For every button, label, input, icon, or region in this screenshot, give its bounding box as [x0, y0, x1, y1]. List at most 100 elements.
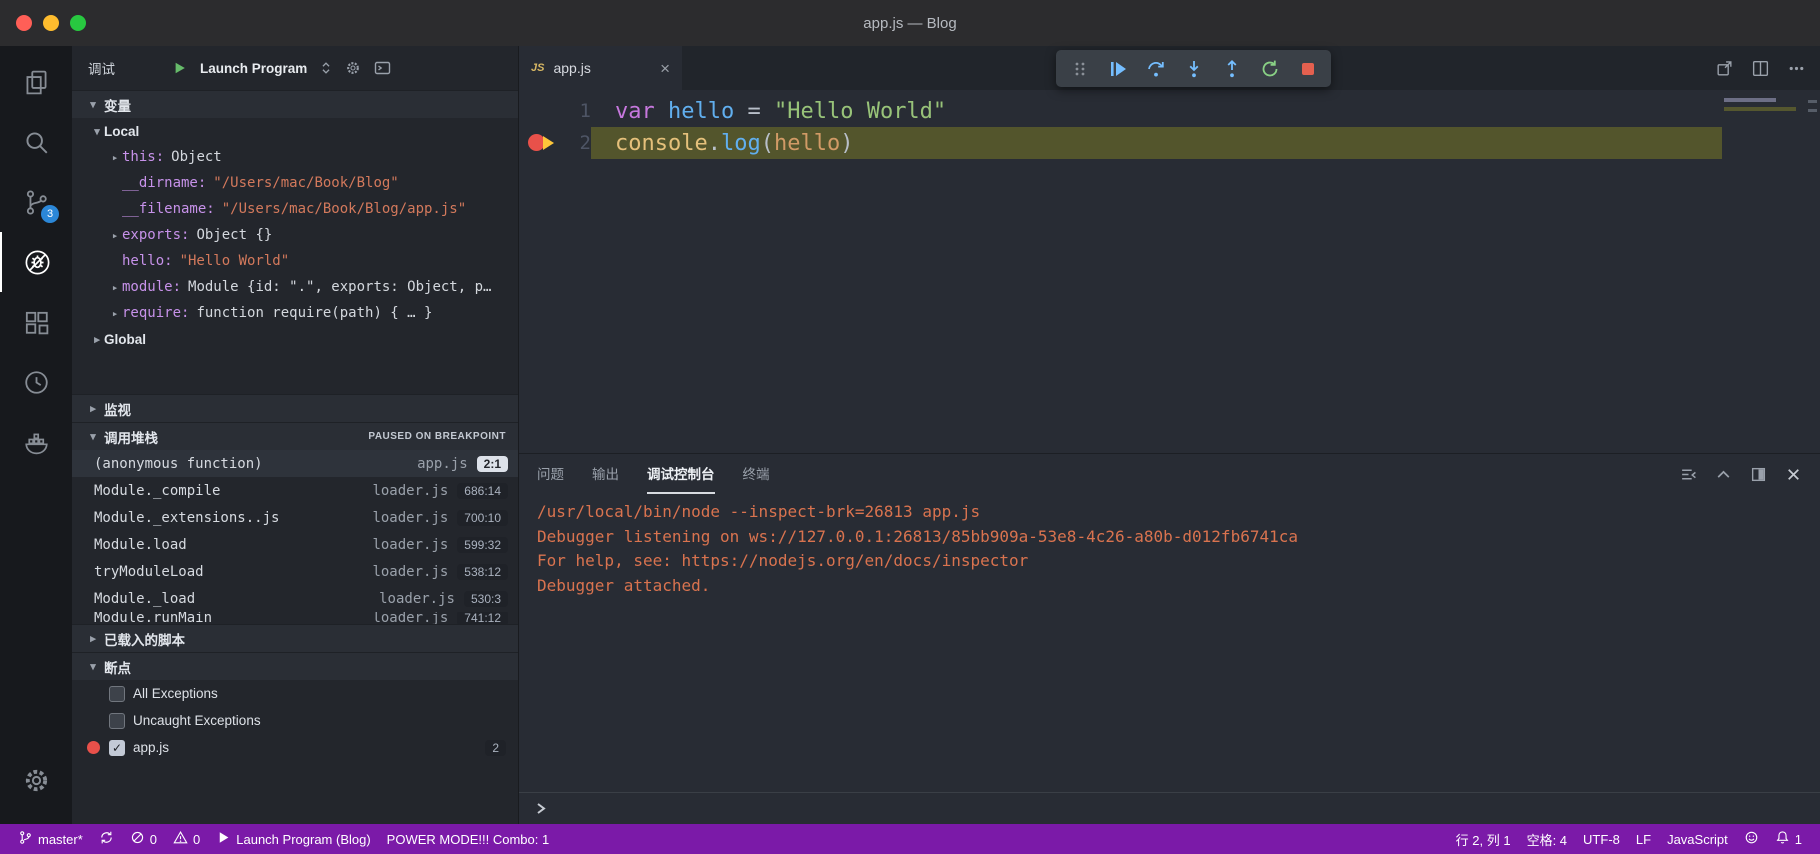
statusbar-launch-config[interactable]: Launch Program (Blog): [208, 824, 378, 854]
step-out-button[interactable]: [1214, 54, 1249, 84]
editor-gutter[interactable]: 2: [519, 127, 591, 159]
sidebar-item-docker[interactable]: [0, 412, 72, 472]
panel-layout-icon[interactable]: [1750, 466, 1767, 483]
sidebar-title: 调试: [88, 62, 115, 77]
call-stack-frame[interactable]: Module._compile loader.js 686:14: [72, 477, 518, 504]
variables-section-header[interactable]: ▾ 变量: [72, 90, 518, 118]
code-editor[interactable]: 1 var hello = "Hello World" 2 console. log(h…: [519, 90, 1820, 453]
statusbar-notifications[interactable]: 1: [1767, 824, 1810, 854]
breakpoint-margin[interactable]: [519, 127, 561, 159]
scope-global[interactable]: ▸ Global: [72, 326, 518, 352]
sync-icon: [99, 830, 114, 848]
sidebar-item-extensions[interactable]: [0, 292, 72, 352]
code-text[interactable]: console. log(hello): [591, 127, 1722, 159]
minimize-window-button[interactable]: [43, 15, 59, 31]
variable-row[interactable]: hello: "Hello World": [72, 248, 518, 274]
call-stack-frame[interactable]: Module.load loader.js 599:32: [72, 531, 518, 558]
code-line[interactable]: 1 var hello = "Hello World": [519, 95, 1820, 127]
watch-section-header[interactable]: ▸ 监视: [72, 394, 518, 422]
continue-button[interactable]: [1100, 54, 1135, 84]
call-stack-frame[interactable]: Module._load loader.js 530:3: [72, 585, 518, 612]
variable-row[interactable]: __dirname: "/Users/mac/Book/Blog": [72, 170, 518, 196]
more-actions-icon[interactable]: [1787, 59, 1806, 78]
sidebar-item-source-control[interactable]: 3: [0, 172, 72, 232]
call-stack-frame[interactable]: (anonymous function) app.js 2:1: [72, 450, 518, 477]
code-text[interactable]: var hello = "Hello World": [591, 95, 1722, 127]
line-number: 2: [579, 132, 591, 154]
editor-scrollbar[interactable]: [1808, 100, 1817, 118]
call-stack-frame[interactable]: Module.runMain loader.js 741:12: [72, 612, 518, 624]
variable-row[interactable]: ▸ exports: Object {}: [72, 222, 518, 248]
bell-icon: [1775, 830, 1790, 848]
statusbar-feedback[interactable]: [1736, 824, 1767, 854]
scrollbar-mark: [1808, 100, 1817, 103]
call-stack-section-header[interactable]: ▾ 调用堆栈 PAUSED ON BREAKPOINT: [72, 422, 518, 450]
maximize-panel-icon[interactable]: [1715, 466, 1732, 483]
breakpoint-row[interactable]: Uncaught Exceptions: [72, 707, 518, 734]
gutter-margin[interactable]: [519, 95, 561, 127]
breakpoint-checkbox[interactable]: ✓: [109, 739, 125, 756]
loaded-scripts-section-header[interactable]: ▸ 已载入的脚本: [72, 624, 518, 652]
statusbar-sync[interactable]: [91, 824, 122, 854]
variable-row[interactable]: ▸ require: function require(path) { … }: [72, 300, 518, 326]
sidebar-item-debug[interactable]: [0, 232, 72, 292]
code-line[interactable]: 2 console. log(hello): [519, 127, 1820, 159]
tab-appjs[interactable]: JS app.js ×: [519, 46, 682, 90]
open-changes-icon[interactable]: [1715, 59, 1734, 78]
variable-value: "/Users/mac/Book/Blog": [213, 175, 399, 191]
debug-settings-gear-icon[interactable]: [345, 60, 361, 76]
start-debug-button[interactable]: [173, 61, 187, 75]
statusbar-git-branch[interactable]: master*: [10, 824, 91, 854]
scope-local[interactable]: ▾ Local: [72, 118, 518, 144]
panel-tab[interactable]: 输出: [592, 454, 619, 494]
stop-button[interactable]: [1290, 54, 1325, 84]
breakpoint-checkbox[interactable]: [109, 712, 125, 729]
statusbar-cursor-position[interactable]: 行 2, 列 1: [1448, 824, 1519, 854]
variable-value: Object: [171, 149, 222, 165]
open-debug-console-icon[interactable]: [374, 60, 391, 76]
statusbar-eol[interactable]: LF: [1628, 824, 1659, 854]
minimap[interactable]: [1724, 98, 1804, 116]
variable-row[interactable]: ▸ this: Object: [72, 144, 518, 170]
breakpoint-row[interactable]: All Exceptions: [72, 680, 518, 707]
step-into-button[interactable]: [1176, 54, 1211, 84]
manage-button[interactable]: [0, 750, 72, 810]
activity-bar: 3: [0, 46, 72, 824]
clear-console-icon[interactable]: [1680, 466, 1697, 483]
panel-tab[interactable]: 问题: [537, 454, 564, 494]
panel-tab[interactable]: 调试控制台: [647, 454, 715, 494]
statusbar-power-mode[interactable]: POWER MODE!!! Combo: 1: [379, 824, 558, 854]
config-updown-icon[interactable]: [320, 61, 332, 75]
restart-button[interactable]: [1252, 54, 1287, 84]
breakpoint-checkbox[interactable]: [109, 685, 125, 702]
launch-config-select[interactable]: Launch Program: [200, 61, 307, 76]
split-editor-icon[interactable]: [1751, 59, 1770, 78]
call-stack-frame[interactable]: Module._extensions..js loader.js 700:10: [72, 504, 518, 531]
sidebar-item-history[interactable]: [0, 352, 72, 412]
sidebar-item-explorer[interactable]: [0, 52, 72, 112]
variable-row[interactable]: ▸ module: Module {id: ".", exports: Object…: [72, 274, 518, 300]
debug-console-input[interactable]: [519, 792, 1820, 824]
statusbar-warnings[interactable]: 0: [165, 824, 208, 854]
statusbar-language-mode[interactable]: JavaScript: [1659, 824, 1736, 854]
minimap-line: [1724, 107, 1796, 111]
statusbar-encoding[interactable]: UTF-8: [1575, 824, 1628, 854]
sidebar-item-search[interactable]: [0, 112, 72, 172]
debug-toolbar-drag-handle[interactable]: [1062, 54, 1097, 84]
frame-position-badge: 2:1: [476, 455, 508, 472]
panel-tab[interactable]: 终端: [743, 454, 770, 494]
zoom-window-button[interactable]: [70, 15, 86, 31]
close-window-button[interactable]: [16, 15, 32, 31]
close-panel-icon[interactable]: [1785, 466, 1802, 483]
statusbar-indentation[interactable]: 空格: 4: [1519, 824, 1575, 854]
call-stack-frame[interactable]: tryModuleLoad loader.js 538:12: [72, 558, 518, 585]
breakpoint-row[interactable]: ✓ app.js 2: [72, 734, 518, 761]
editor-gutter[interactable]: 1: [519, 95, 591, 127]
step-over-button[interactable]: [1138, 54, 1173, 84]
breakpoints-section-header[interactable]: ▾ 断点: [72, 652, 518, 680]
statusbar-errors[interactable]: 0: [122, 824, 165, 854]
variable-row[interactable]: __filename: "/Users/mac/Book/Blog/app.js": [72, 196, 518, 222]
frame-position-badge: 686:14: [457, 482, 508, 499]
frame-position-badge: 538:12: [457, 563, 508, 580]
close-tab-icon[interactable]: ×: [660, 60, 670, 77]
